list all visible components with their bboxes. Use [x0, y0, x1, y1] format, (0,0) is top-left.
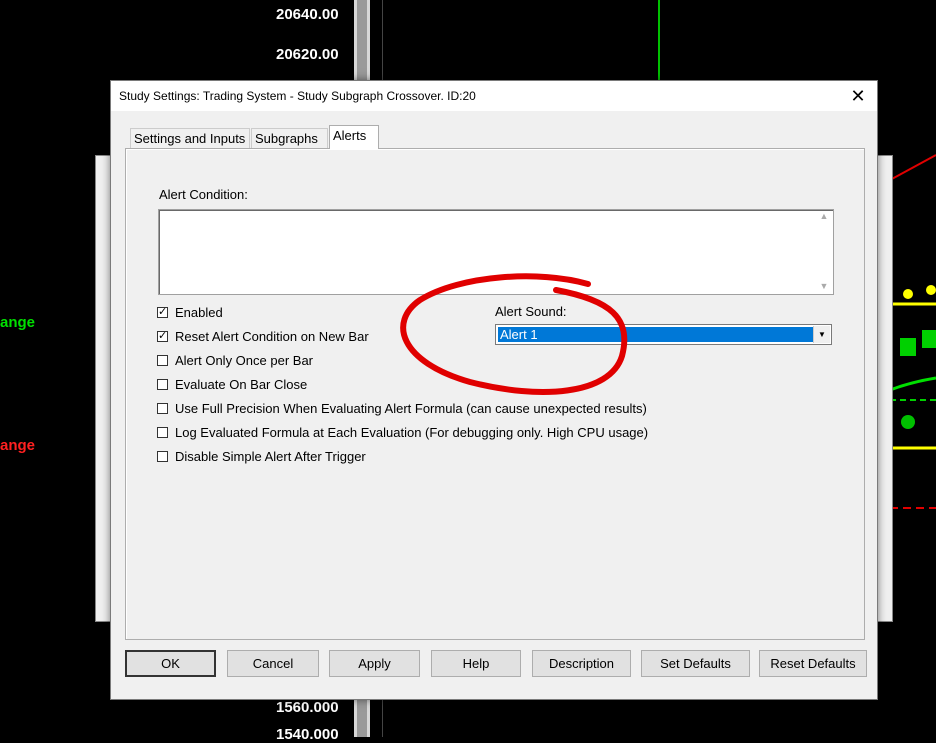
- price-label: 20620.00: [276, 46, 339, 63]
- alert-once-label: Alert Only Once per Bar: [175, 353, 313, 368]
- alert-once-checkbox[interactable]: [157, 355, 168, 366]
- full-precision-label: Use Full Precision When Evaluating Alert…: [175, 401, 647, 416]
- enabled-label: Enabled: [175, 305, 223, 320]
- dropdown-arrow-icon[interactable]: ▼: [813, 326, 830, 343]
- cancel-button[interactable]: Cancel: [227, 650, 319, 677]
- apply-button[interactable]: Apply: [329, 650, 420, 677]
- disable-simple-alert-checkbox[interactable]: [157, 451, 168, 462]
- alert-sound-select[interactable]: Alert 1 ▼: [495, 324, 832, 345]
- set-defaults-button[interactable]: Set Defaults: [641, 650, 750, 677]
- reset-alert-checkbox[interactable]: ✓: [157, 331, 168, 342]
- price-label: 20640.00: [276, 6, 339, 23]
- title-bar[interactable]: Study Settings: Trading System - Study S…: [111, 81, 877, 111]
- indicator-line: [658, 0, 660, 80]
- side-label-range-green: ange: [0, 314, 36, 331]
- log-formula-label: Log Evaluated Formula at Each Evaluation…: [175, 425, 649, 440]
- textarea-scrollbar[interactable]: ▲ ▼: [816, 211, 832, 293]
- alert-condition-input[interactable]: ▲ ▼: [158, 209, 834, 295]
- alert-sound-label: Alert Sound:: [495, 304, 567, 319]
- reset-alert-label: Reset Alert Condition on New Bar: [175, 329, 369, 344]
- enabled-checkbox[interactable]: ✓: [157, 307, 168, 318]
- full-precision-checkbox[interactable]: [157, 403, 168, 414]
- description-button[interactable]: Description: [532, 650, 631, 677]
- close-icon: ✕: [850, 86, 866, 106]
- evaluate-close-checkbox[interactable]: [157, 379, 168, 390]
- disable-simple-alert-label: Disable Simple Alert After Trigger: [175, 449, 366, 464]
- ok-button[interactable]: OK: [125, 650, 216, 677]
- help-button[interactable]: Help: [431, 650, 521, 677]
- side-label-range-red: ange: [0, 437, 36, 454]
- alert-condition-label: Alert Condition:: [159, 187, 248, 202]
- price-label: 1540.000: [276, 726, 339, 743]
- log-formula-checkbox[interactable]: [157, 427, 168, 438]
- reset-defaults-button[interactable]: Reset Defaults: [759, 650, 867, 677]
- dialog-title: Study Settings: Trading System - Study S…: [119, 89, 476, 103]
- tab-alerts[interactable]: Alerts: [329, 125, 379, 149]
- close-button[interactable]: ✕: [845, 84, 871, 108]
- study-settings-dialog: Study Settings: Trading System - Study S…: [110, 80, 878, 700]
- evaluate-close-label: Evaluate On Bar Close: [175, 377, 308, 392]
- alert-sound-value: Alert 1: [497, 326, 814, 343]
- price-label: 1560.000: [276, 699, 339, 716]
- tab-subgraphs[interactable]: Subgraphs: [251, 128, 328, 148]
- tab-settings-and-inputs[interactable]: Settings and Inputs: [130, 128, 250, 148]
